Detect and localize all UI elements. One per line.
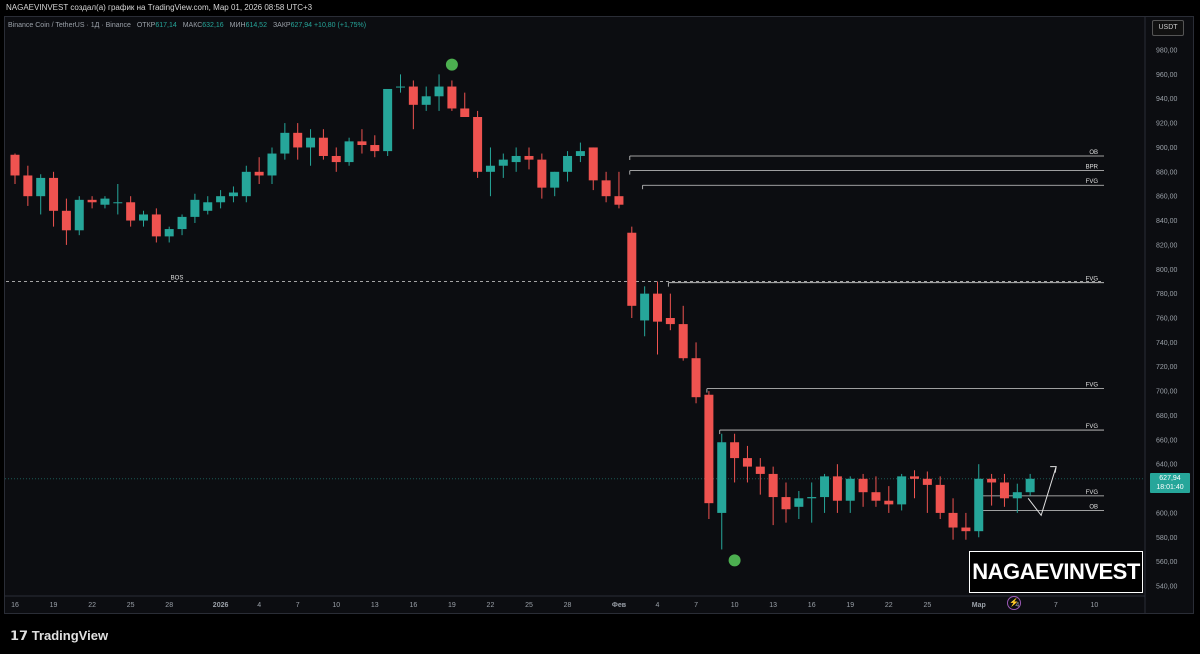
currency-button[interactable]: USDT — [1152, 20, 1184, 36]
open-label: ОТКР — [136, 22, 156, 29]
open-value: 617,14 — [155, 22, 177, 29]
bar-countdown: 18:01:40 — [1156, 484, 1184, 491]
lightning-icon[interactable]: ⚡ — [1007, 596, 1021, 610]
tradingview-logo[interactable]: 𝟭𝟳 TradingView — [10, 628, 108, 644]
footer-bar: 𝟭𝟳 TradingView — [0, 618, 1200, 654]
high-label: МАКС — [182, 22, 203, 29]
chart-panel[interactable] — [4, 16, 1194, 614]
high-value: 632,16 — [202, 22, 224, 29]
current-price-tag: 627,94 18:01:40 — [1150, 473, 1190, 493]
symbol-name: Binance Coin / TetherUS · 1Д · Binance — [8, 22, 131, 29]
current-price-value: 627,94 — [1159, 475, 1181, 482]
attribution-text: NAGAEVINVEST создал(а) график на Trading… — [6, 3, 313, 12]
attribution-bar: NAGAEVINVEST создал(а) график на Trading… — [0, 0, 1200, 16]
close-label: ЗАКР — [272, 22, 291, 29]
tradingview-brand: TradingView — [31, 628, 109, 643]
low-value: 614,52 — [245, 22, 267, 29]
low-label: МИН — [229, 22, 246, 29]
watermark-logo: NAGAEVINVEST — [969, 551, 1143, 593]
change-value: +10,80 (+1,75%) — [313, 22, 367, 29]
close-value: 627,94 — [290, 22, 313, 29]
tradingview-icon: 𝟭𝟳 — [10, 628, 29, 643]
symbol-legend: Binance Coin / TetherUS · 1Д · Binance О… — [8, 22, 366, 29]
